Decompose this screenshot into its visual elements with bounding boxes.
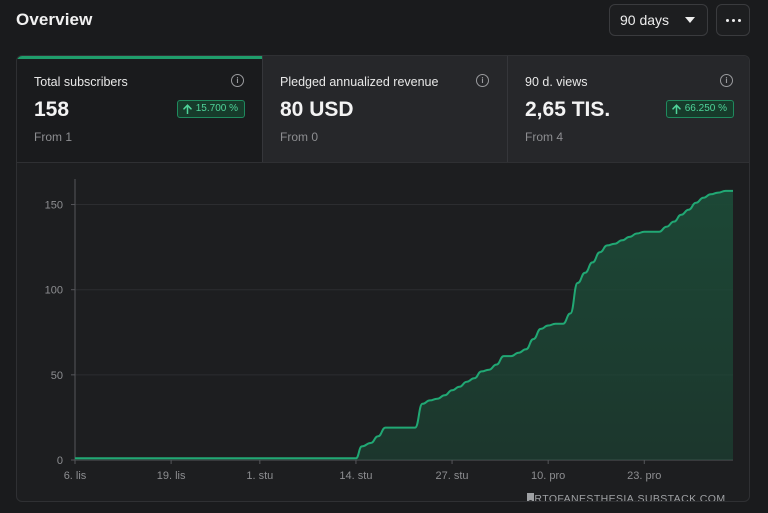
bookmark-icon — [527, 493, 534, 501]
metric-value: 80 USD — [280, 98, 354, 121]
more-options-button[interactable] — [716, 4, 750, 36]
info-icon[interactable]: i — [720, 74, 733, 87]
more-horizontal-icon — [725, 18, 729, 22]
metric-tab-pledged-revenue[interactable]: Pledged annualized revenue i 80 USD From… — [262, 56, 507, 162]
change-badge-value: 66.250 % — [684, 103, 727, 114]
watermark-text: ARTOFANESTHESIA.SUBSTACK.COM — [527, 493, 726, 502]
x-tick-label: 1. stu — [246, 470, 273, 482]
arrow-up-icon — [671, 104, 681, 114]
series-area-total-subscribers — [75, 190, 733, 460]
date-range-value: 90 days — [620, 12, 670, 28]
metric-label: 90 d. views — [525, 75, 588, 89]
more-horizontal-icon-dot — [731, 18, 735, 22]
change-badge: 15.700 % — [176, 100, 245, 118]
metric-value: 158 — [34, 98, 70, 121]
change-badge: 66.250 % — [665, 100, 734, 118]
metric-label: Pledged annualized revenue — [280, 75, 439, 89]
info-icon[interactable]: i — [231, 74, 244, 87]
publication-watermark: ARTOFANESTHESIA.SUBSTACK.COM — [527, 493, 726, 502]
y-tick-label: 100 — [45, 285, 63, 297]
change-badge-value: 15.700 % — [195, 103, 238, 114]
x-tick-label: 14. stu — [339, 470, 372, 482]
subscribers-chart[interactable]: 0 50 100 150 6. lis 19. lis 1. stu 14. stu 27. s… — [17, 163, 749, 502]
metric-previous: From 1 — [34, 130, 73, 144]
metric-tab-views[interactable]: 90 d. views i 2,65 TIS. 66.250 % From 4 — [507, 56, 749, 162]
metric-previous: From 0 — [280, 130, 319, 144]
x-tick-label: 19. lis — [157, 470, 186, 482]
metric-tabs: Total subscribers i 158 15.700 % From 1 … — [17, 56, 749, 163]
caret-down-icon — [685, 17, 695, 23]
overview-card: Total subscribers i 158 15.700 % From 1 … — [16, 55, 750, 502]
metric-label: Total subscribers — [34, 75, 128, 89]
metric-previous: From 4 — [525, 130, 564, 144]
y-tick-label: 0 — [57, 455, 63, 467]
header: Overview 90 days — [0, 0, 768, 44]
page-title: Overview — [16, 10, 93, 29]
chart-svg: 0 50 100 150 6. lis 19. lis 1. stu 14. stu 27. s… — [45, 179, 733, 482]
metric-value: 2,65 TIS. — [525, 98, 611, 121]
active-tab-indicator — [17, 56, 262, 59]
info-icon[interactable]: i — [476, 74, 489, 87]
metric-tab-total-subscribers[interactable]: Total subscribers i 158 15.700 % From 1 — [17, 56, 262, 162]
x-tick-label: 27. stu — [436, 470, 469, 482]
x-tick-label: 10. pro — [531, 470, 565, 482]
date-range-select[interactable]: 90 days — [609, 4, 708, 36]
x-tick-label: 6. lis — [64, 470, 87, 482]
x-tick-label: 23. pro — [627, 470, 661, 482]
y-tick-label: 50 — [51, 370, 63, 382]
more-horizontal-icon-dot — [737, 18, 741, 22]
y-tick-label: 150 — [45, 200, 63, 212]
arrow-up-icon — [182, 104, 192, 114]
